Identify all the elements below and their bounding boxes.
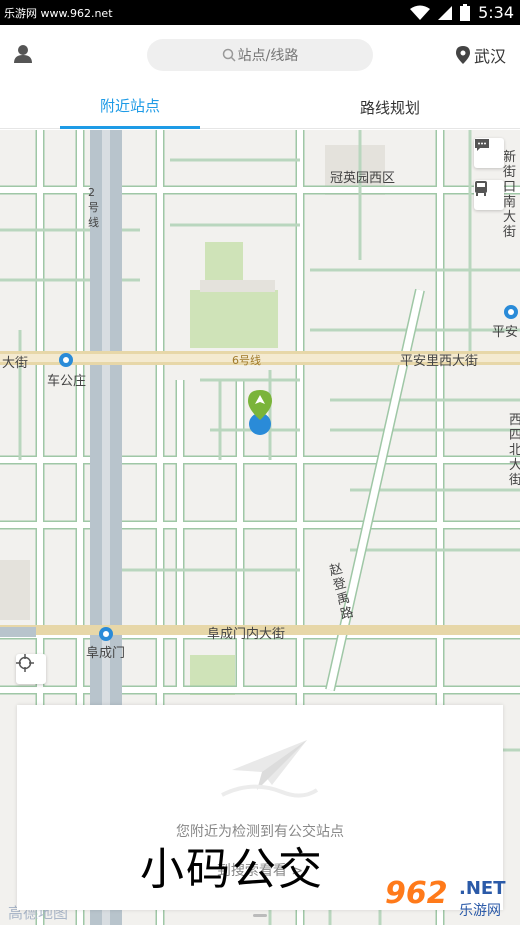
bus-button[interactable]: [474, 180, 504, 210]
search-input[interactable]: 站点/线路: [147, 39, 373, 71]
bus-icon: [475, 181, 487, 196]
signal-icon: [438, 5, 453, 20]
tab-nearby-stations[interactable]: 附近站点: [60, 85, 200, 129]
map-label-xinjiekou: 新街口南大街: [503, 150, 517, 240]
city-name: 武汉: [473, 47, 506, 66]
map-label-guanyuan: 冠英园西区: [330, 171, 396, 186]
map-label-fuchengmennei: 阜成门内大街: [207, 627, 286, 642]
city-selector[interactable]: 武汉: [455, 43, 506, 67]
location-pin-icon: [455, 46, 470, 64]
search-icon: [222, 48, 236, 62]
app-name-caption: 小码公交: [140, 844, 324, 895]
tab-bar: 附近站点 路线规划: [0, 85, 520, 129]
map-label-chegongzhuang: 车公庄: [47, 374, 87, 389]
map-label-pinganli: 平安里西大街: [400, 354, 479, 369]
map-label-pingan: 平安: [492, 325, 519, 340]
clock: 5:34: [478, 3, 514, 22]
app-header: 站点/线路 武汉: [0, 25, 520, 85]
map-label-fuchengmen: 阜成门: [86, 646, 126, 661]
crosshair-icon: [16, 654, 34, 672]
search-placeholder: 站点/线路: [237, 48, 299, 64]
tab-route-planning[interactable]: 路线规划: [320, 85, 460, 129]
user-button[interactable]: [10, 41, 36, 67]
logo-number: 962: [385, 876, 448, 911]
paper-plane-icon: [221, 740, 319, 798]
wifi-icon: [410, 5, 431, 20]
logo-net: .NET: [459, 878, 506, 899]
locate-me-button[interactable]: [16, 654, 46, 684]
map-label-xisi: 西四北大街: [509, 413, 520, 488]
logo-cn: 乐游网: [459, 903, 501, 919]
site-logo: 962 .NET 乐游网: [385, 876, 515, 922]
battery-icon: [460, 4, 471, 21]
messages-button[interactable]: [474, 138, 504, 168]
chat-icon: [475, 139, 489, 151]
watermark-text: 乐游网 www.962.net: [4, 7, 113, 20]
panel-drag-handle[interactable]: [253, 914, 267, 917]
status-bar: 乐游网 www.962.net 5:34: [0, 0, 520, 25]
map-label-metro6: 6号线: [232, 354, 261, 367]
person-icon: [14, 45, 32, 63]
map-label-metro2: 2号线: [88, 186, 99, 229]
status-icons: 5:34: [410, 0, 514, 25]
map-label-dajie-left: 大街: [2, 356, 29, 371]
user-location-marker: [248, 390, 272, 435]
